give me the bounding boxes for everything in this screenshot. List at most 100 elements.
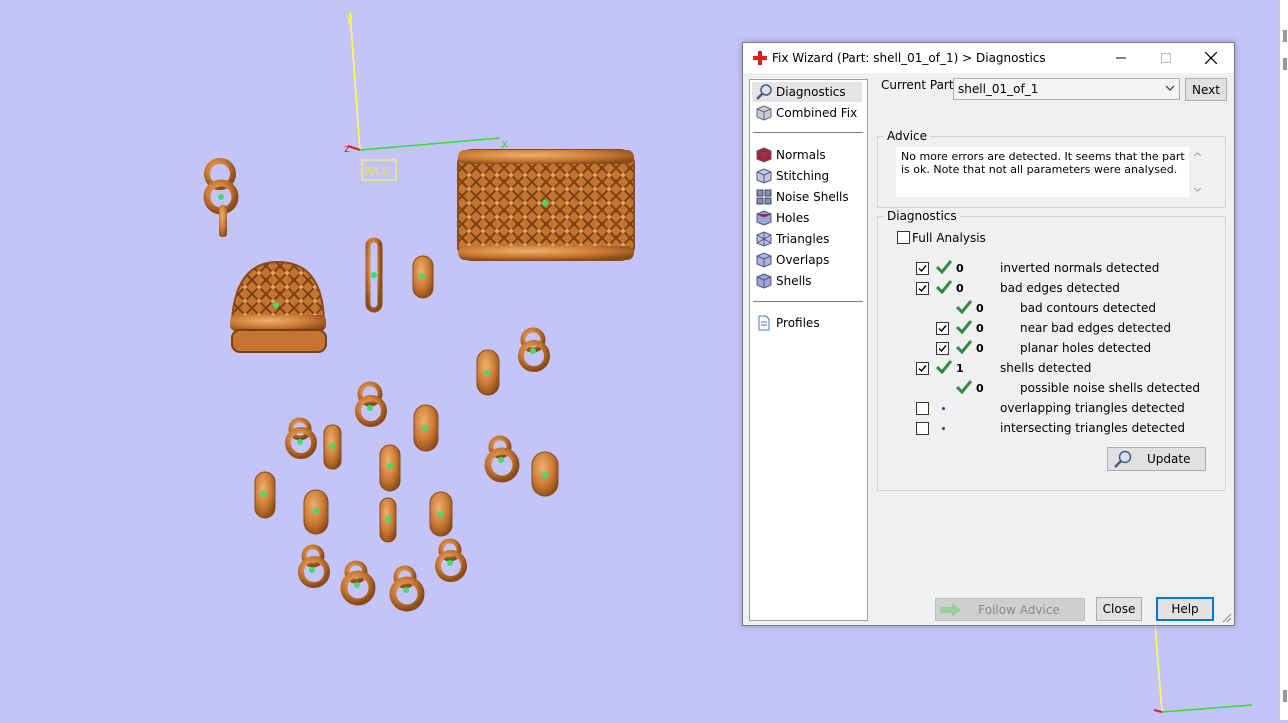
wcs-axes-corner (1153, 624, 1253, 713)
row-label: inverted normals detected (1000, 261, 1160, 275)
row-label: bad edges detected (1000, 281, 1120, 295)
nav-label: Shells (776, 274, 812, 288)
magnifier-icon (1114, 450, 1132, 468)
stitching-cube-icon (756, 168, 772, 184)
row-count: 0 (976, 342, 984, 355)
ok-check-icon (955, 299, 973, 315)
row-label: near bad edges detected (1020, 321, 1171, 335)
nav-item-shells[interactable]: Shells (752, 271, 862, 291)
advice-scrollbar[interactable] (1189, 147, 1206, 197)
update-button[interactable]: Update (1107, 447, 1206, 471)
checkmark-icon (918, 285, 927, 293)
resize-grip-icon[interactable] (1222, 613, 1232, 623)
row-checkbox[interactable] (916, 402, 929, 415)
checkmark-icon (938, 345, 947, 353)
cube-icon (756, 105, 772, 121)
row-checkbox[interactable] (916, 362, 929, 375)
row-label: bad contours detected (1020, 301, 1156, 315)
close-icon (1205, 52, 1217, 64)
bail-model[interactable] (203, 158, 239, 237)
nav-item-triangles[interactable]: Triangles (752, 229, 862, 249)
nav-item-stitching[interactable]: Stitching (752, 166, 862, 186)
minimize-icon (1116, 57, 1126, 59)
nav-item-holes[interactable]: Holes (752, 208, 862, 228)
row-checkbox[interactable] (916, 422, 929, 435)
help-button[interactable]: Help (1156, 597, 1214, 621)
row-count: 0 (976, 382, 984, 395)
full-analysis-checkbox[interactable] (897, 231, 910, 244)
maximize-icon (1161, 53, 1171, 63)
nav-item-combined-fix[interactable]: Combined Fix (752, 103, 862, 123)
follow-advice-label: Follow Advice (978, 602, 1060, 617)
checkmark-icon (918, 265, 927, 273)
axis-x-label: x (501, 137, 508, 151)
wizard-nav: Diagnostics Combined Fix Normals Stitchi… (749, 79, 868, 621)
ok-check-icon (935, 359, 953, 375)
chevron-down-icon (1165, 85, 1175, 91)
axis-z-label: z (344, 142, 350, 155)
minimize-button[interactable] (1098, 43, 1144, 73)
noise-shells-icon (756, 189, 772, 205)
row-label: planar holes detected (1020, 341, 1152, 355)
close-window-button[interactable] (1188, 43, 1234, 73)
current-part-select[interactable]: shell_01_of_1 (953, 78, 1180, 100)
scroll-arrows-icon (1193, 152, 1202, 192)
triangles-icon (756, 231, 772, 247)
maximize-button[interactable] (1143, 43, 1189, 73)
nav-label: Stitching (776, 169, 830, 183)
arrow-right-icon (940, 603, 961, 617)
ok-check-icon (935, 279, 953, 295)
magnifier-icon (756, 84, 772, 100)
nav-item-normals[interactable]: Normals (752, 145, 862, 165)
dialog-title: Fix Wizard (Part: shell_01_of_1) > Diagn… (772, 51, 1046, 65)
nav-item-profiles[interactable]: Profiles (752, 313, 862, 333)
advice-textbox[interactable]: No more errors are detected. It seems th… (896, 147, 1206, 197)
nav-label: Diagnostics (776, 85, 846, 99)
row-label: possible noise shells detected (1020, 381, 1201, 395)
current-part-value: shell_01_of_1 (958, 82, 1039, 96)
row-checkbox[interactable] (936, 342, 949, 355)
holes-cube-icon (756, 210, 772, 226)
ok-check-icon (955, 379, 973, 395)
nav-label: Noise Shells (776, 190, 849, 204)
nav-label: Normals (776, 148, 826, 162)
dome-model[interactable] (230, 260, 327, 353)
row-count: 0 (956, 262, 964, 275)
nav-label: Combined Fix (776, 106, 858, 120)
checkmark-icon (938, 325, 947, 333)
follow-advice-button[interactable]: Follow Advice (935, 598, 1085, 621)
next-button[interactable]: Next (1185, 78, 1227, 101)
update-label: Update (1147, 452, 1191, 466)
shells-cube-icon (756, 273, 772, 289)
pending-dot-icon (942, 407, 945, 410)
row-checkbox[interactable] (916, 282, 929, 295)
row-count: 1 (956, 362, 964, 375)
full-analysis-label: Full Analysis (912, 231, 986, 245)
nav-item-noise-shells[interactable]: Noise Shells (752, 187, 862, 207)
row-count: 0 (976, 322, 984, 335)
ok-check-icon (955, 319, 973, 335)
row-label: overlapping triangles detected (1000, 401, 1185, 415)
ok-check-icon (955, 339, 973, 355)
nav-item-diagnostics[interactable]: Diagnostics (752, 82, 862, 102)
nav-label: Triangles (776, 232, 830, 246)
row-checkbox[interactable] (936, 322, 949, 335)
normals-cube-icon (756, 147, 772, 163)
nav-label: Profiles (776, 316, 820, 330)
title-bar[interactable]: Fix Wizard (Part: shell_01_of_1) > Diagn… (743, 43, 1234, 73)
nav-label: Holes (776, 211, 810, 225)
close-button[interactable]: Close (1096, 597, 1142, 621)
right-edge-panel (1279, 0, 1288, 720)
nav-item-overlaps[interactable]: Overlaps (752, 250, 862, 270)
checkmark-icon (918, 365, 927, 373)
row-checkbox[interactable] (916, 262, 929, 275)
nav-label: Overlaps (776, 253, 830, 267)
document-icon (758, 315, 770, 331)
overlaps-cube-icon (756, 252, 772, 268)
row-count: 0 (956, 282, 964, 295)
ok-check-icon (935, 259, 953, 275)
current-part-label: Current Part: (881, 78, 958, 92)
ring-band-model[interactable] (457, 149, 635, 261)
fix-wizard-dialog: Fix Wizard (Part: shell_01_of_1) > Diagn… (742, 42, 1235, 626)
axis-y-label: y (346, 11, 353, 25)
